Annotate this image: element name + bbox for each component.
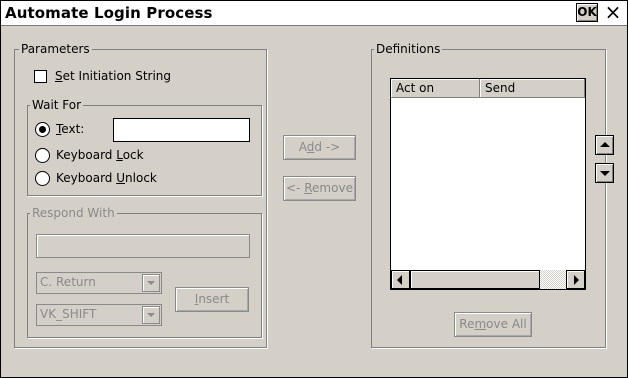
dialog-title: Automate Login Process: [5, 4, 213, 22]
key-combo[interactable]: C. Return: [36, 272, 162, 294]
scroll-track[interactable]: [540, 270, 566, 289]
text-radio-label[interactable]: Text:: [56, 122, 84, 136]
keyboard-unlock-radio[interactable]: [35, 171, 50, 186]
respond-with-input[interactable]: [36, 234, 250, 258]
horizontal-scrollbar[interactable]: [391, 270, 585, 289]
title-bar: Automate Login Process OK ×: [1, 1, 627, 26]
wait-text-input[interactable]: [113, 118, 250, 142]
parameters-legend: Parameters: [19, 42, 92, 56]
text-radio[interactable]: [35, 122, 50, 137]
set-initiation-string-label[interactable]: Set Initiation String: [55, 69, 171, 83]
key-combo-value: C. Return: [40, 275, 96, 289]
respond-with-legend: Respond With: [30, 206, 117, 220]
modifier-combo-value: VK_SHIFT: [40, 307, 97, 321]
definitions-list[interactable]: Act on Send: [390, 78, 586, 290]
move-up-icon[interactable]: [595, 135, 614, 155]
keyboard-unlock-label[interactable]: Keyboard Unlock: [56, 171, 157, 185]
wait-for-group: Wait For Text: Keyboard Lock Keyboard Un…: [27, 98, 262, 196]
add-button[interactable]: Add ->: [283, 135, 356, 160]
scroll-thumb[interactable]: [410, 270, 540, 289]
wait-for-legend: Wait For: [30, 98, 84, 112]
chevron-down-icon[interactable]: [142, 306, 160, 324]
definitions-legend: Definitions: [374, 42, 443, 56]
modifier-combo[interactable]: VK_SHIFT: [36, 304, 162, 326]
column-header-send[interactable]: Send: [480, 79, 585, 98]
insert-button[interactable]: Insert: [175, 287, 249, 312]
scroll-right-icon[interactable]: [566, 270, 585, 289]
keyboard-lock-radio[interactable]: [35, 148, 50, 163]
remove-all-button[interactable]: Remove All: [454, 312, 532, 337]
scroll-left-icon[interactable]: [391, 270, 410, 289]
move-down-icon[interactable]: [595, 163, 614, 183]
keyboard-lock-label[interactable]: Keyboard Lock: [56, 148, 144, 162]
set-initiation-string-checkbox[interactable]: [34, 70, 47, 83]
chevron-down-icon[interactable]: [142, 274, 160, 292]
remove-button[interactable]: <- Remove: [283, 176, 356, 201]
ok-button[interactable]: OK: [576, 3, 598, 22]
automate-login-dialog: Automate Login Process OK × Parameters S…: [0, 0, 628, 378]
respond-with-group: Respond With C. Return VK_SHIFT Insert: [27, 206, 262, 338]
column-header-act-on[interactable]: Act on: [391, 79, 480, 98]
close-button[interactable]: ×: [602, 2, 624, 24]
parameters-group: Parameters Set Initiation String Wait Fo…: [14, 42, 267, 348]
